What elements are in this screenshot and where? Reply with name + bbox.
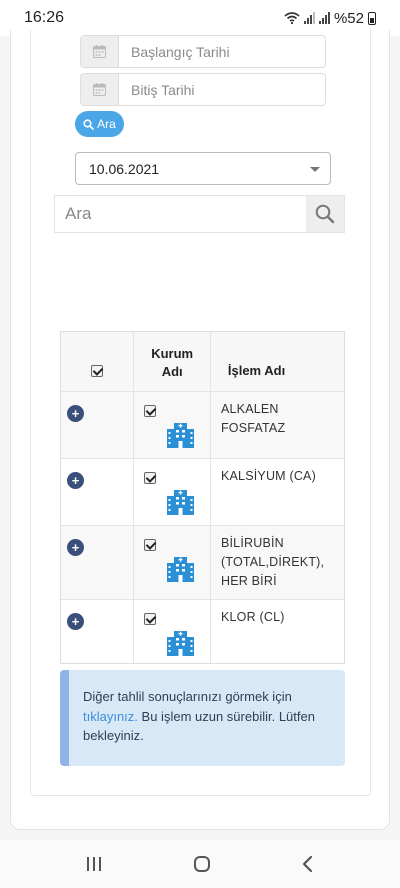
plus-circle-icon[interactable]: + [67, 613, 84, 630]
hospital-building-icon [167, 631, 195, 656]
operation-name-line: BİLİRUBİN [220, 536, 284, 550]
header-institution-line1: Kurum [151, 346, 194, 361]
institution-cell [133, 392, 209, 458]
start-date-field[interactable]: Başlangıç Tarihi [80, 35, 326, 68]
plus-circle-icon[interactable]: + [67, 405, 84, 422]
date-select[interactable]: 10.06.2021 [75, 152, 331, 185]
calendar-icon [81, 36, 119, 67]
institution-cell [133, 600, 209, 663]
operation-cell: KLOR (CL) [209, 600, 344, 663]
recent-apps-icon[interactable] [85, 856, 103, 872]
table-header: Kurum Adı İşlem Adı [61, 332, 344, 391]
table-row: + KALSİYUM (CA) [61, 458, 344, 525]
system-nav-bar [0, 840, 400, 888]
select-all-checkbox[interactable] [91, 365, 104, 377]
status-time: 16:26 [24, 9, 65, 26]
operation-cell: BİLİRUBİN (TOTAL,DİREKT), HER BİRİ [209, 526, 344, 599]
search-button-label: Ara [97, 117, 116, 131]
operation-name-line: FOSFATAZ [220, 421, 286, 435]
table-row: + KLOR (CL) [61, 599, 344, 663]
row-checkbox[interactable] [144, 539, 157, 551]
calendar-icon [81, 74, 119, 105]
wifi-icon [284, 12, 300, 24]
plus-circle-icon[interactable]: + [67, 472, 84, 489]
hospital-building-icon [167, 557, 195, 582]
header-institution-line2: Adı [161, 364, 183, 379]
header-operation: İşlem Adı [209, 332, 344, 391]
signal-icon [303, 12, 315, 24]
institution-cell [133, 459, 209, 525]
search-icon [83, 118, 95, 130]
table-row: + ALKALEN FOSFATAZ [61, 391, 344, 458]
expand-cell: + [61, 392, 133, 458]
row-checkbox[interactable] [144, 613, 157, 625]
plus-circle-icon[interactable]: + [67, 539, 84, 556]
operation-name-line: HER BİRİ [220, 574, 277, 588]
header-institution: Kurum Adı [133, 332, 209, 391]
start-date-placeholder: Başlangıç Tarihi [131, 43, 230, 60]
operation-name-line: KLOR (CL) [220, 610, 285, 624]
search-input[interactable]: Ara [55, 196, 306, 232]
end-date-placeholder: Bitiş Tarihi [131, 81, 195, 98]
hospital-building-icon [167, 423, 195, 448]
battery-icon [368, 11, 376, 25]
back-icon[interactable] [301, 855, 315, 873]
status-icons: %52 [284, 10, 376, 27]
info-alert: Diğer tahlil sonuçlarınızı görmek için t… [60, 670, 345, 766]
hospital-building-icon [167, 490, 195, 515]
end-date-field[interactable]: Bitiş Tarihi [80, 73, 326, 106]
search-bar: Ara [54, 195, 345, 233]
battery-level: %52 [333, 9, 364, 27]
search-button[interactable]: Ara [75, 111, 124, 137]
table-row: + BİLİRUBİN (TOTAL,DİREKT), HER BİRİ [61, 525, 344, 599]
expand-cell: + [61, 526, 133, 599]
operation-name-line: (TOTAL,DİREKT), [220, 555, 325, 569]
alert-text-before: Diğer tahlil sonuçlarınızı görmek için [83, 689, 292, 704]
home-icon[interactable] [193, 855, 211, 873]
header-select-cell [61, 332, 133, 391]
operation-name-line: ALKALEN [220, 402, 279, 416]
row-checkbox[interactable] [144, 472, 157, 484]
search-icon [315, 204, 335, 224]
results-table: Kurum Adı İşlem Adı + ALKALEN FOSFATAZ +… [60, 331, 345, 664]
operation-cell: KALSİYUM (CA) [209, 459, 344, 525]
signal-icon-2 [318, 12, 330, 24]
more-results-link[interactable]: tıklayınız. [83, 709, 138, 724]
institution-cell [133, 526, 209, 599]
expand-cell: + [61, 600, 133, 663]
operation-cell: ALKALEN FOSFATAZ [209, 392, 344, 458]
operation-name-line: KALSİYUM (CA) [220, 469, 316, 483]
expand-cell: + [61, 459, 133, 525]
row-checkbox[interactable] [144, 405, 157, 417]
search-submit-button[interactable] [306, 196, 344, 232]
chevron-down-icon [310, 167, 320, 172]
date-select-value: 10.06.2021 [89, 160, 160, 177]
